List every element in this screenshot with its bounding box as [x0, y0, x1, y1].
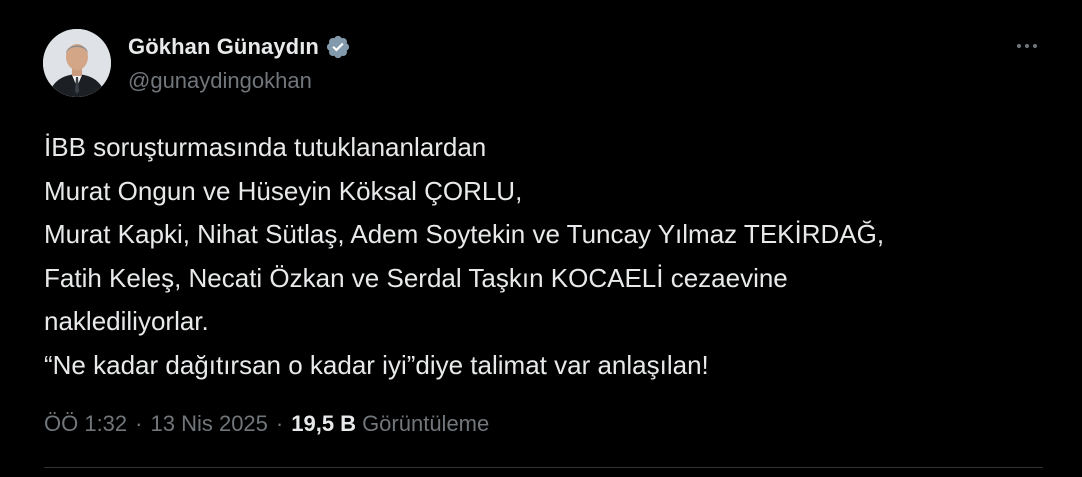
more-options-icon[interactable]: [1010, 36, 1044, 56]
tweet-text-line: Murat Kapki, Nihat Sütlaş, Adem Soytekin…: [44, 219, 885, 250]
more-dot: [1033, 44, 1037, 48]
tweet-text-line: Fatih Keleş, Necati Özkan ve Serdal Taşk…: [44, 262, 788, 293]
tweet: Gökhan Günaydın @gunaydingokhan İBB soru…: [0, 0, 1082, 477]
tweet-date[interactable]: 13 Nis 2025: [150, 411, 267, 437]
author-handle[interactable]: @gunaydingokhan: [128, 68, 312, 94]
avatar[interactable]: [43, 29, 111, 97]
more-dot: [1017, 44, 1021, 48]
views-label: Görüntüleme: [362, 411, 490, 436]
divider: [44, 467, 1043, 468]
views-count: 19,5 B: [291, 411, 357, 436]
tweet-text-line: “Ne kadar dağıtırsan o kadar iyi”diye ta…: [44, 349, 709, 380]
tweet-text: İBB soruşturmasında tutuklananlardan Mur…: [44, 126, 1044, 388]
tweet-text-line: Murat Ongun ve Hüseyin Köksal ÇORLU,: [44, 175, 523, 206]
tweet-text-line: İBB soruşturmasında tutuklananlardan: [44, 132, 487, 162]
verified-badge-icon[interactable]: [325, 34, 351, 60]
meta-separator: ·: [135, 411, 143, 436]
tweet-meta: ÖÖ 1:32 · 13 Nis 2025 · 19,5 B Görüntüle…: [44, 409, 489, 439]
author-name-row: Gökhan Günaydın: [128, 32, 351, 62]
author-display-name[interactable]: Gökhan Günaydın: [128, 34, 319, 60]
tweet-time[interactable]: ÖÖ 1:32: [44, 411, 127, 437]
more-dot: [1025, 44, 1029, 48]
meta-separator: ·: [275, 411, 284, 436]
avatar-image: [43, 29, 111, 97]
tweet-text-line: naklediliyorlar.: [44, 306, 209, 337]
